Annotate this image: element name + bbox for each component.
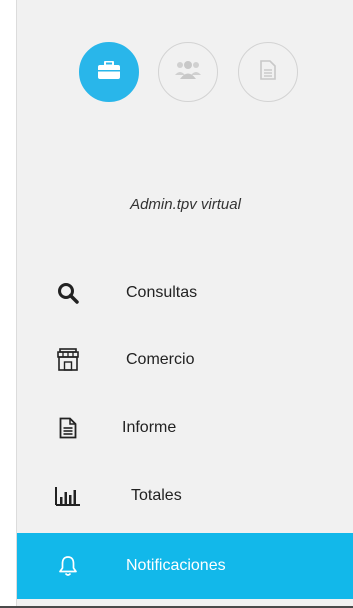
sidebar-item-notificaciones[interactable]: Notificaciones <box>17 533 353 599</box>
sidebar-item-label: Notificaciones <box>126 557 226 574</box>
report-icon <box>55 415 81 441</box>
sidebar-item-label: Totales <box>131 487 182 504</box>
mode-button-briefcase[interactable] <box>79 42 139 102</box>
sidebar-item-totales[interactable]: Totales <box>17 463 353 529</box>
briefcase-icon <box>98 60 120 84</box>
sidebar-item-label: Informe <box>122 419 177 436</box>
bell-icon <box>55 553 81 579</box>
sidebar-item-comercio[interactable]: Comercio <box>17 327 353 393</box>
mode-button-document[interactable] <box>238 42 298 102</box>
sidebar-item-consultas[interactable]: Consultas <box>17 260 353 326</box>
search-icon <box>55 280 81 306</box>
sidebar: Admin.tpv virtual Consultas Comercio Inf… <box>16 0 353 606</box>
mode-button-users[interactable] <box>158 42 218 102</box>
sidebar-item-label: Comercio <box>126 351 195 368</box>
profile-label: Admin.tpv virtual <box>130 196 241 213</box>
mode-switch <box>17 42 353 104</box>
sidebar-item-informe[interactable]: Informe <box>17 395 353 461</box>
store-icon <box>55 347 81 373</box>
bar-chart-icon <box>55 483 81 509</box>
document-icon <box>260 59 276 85</box>
users-icon <box>175 60 201 85</box>
sidebar-item-label: Consultas <box>126 284 198 301</box>
